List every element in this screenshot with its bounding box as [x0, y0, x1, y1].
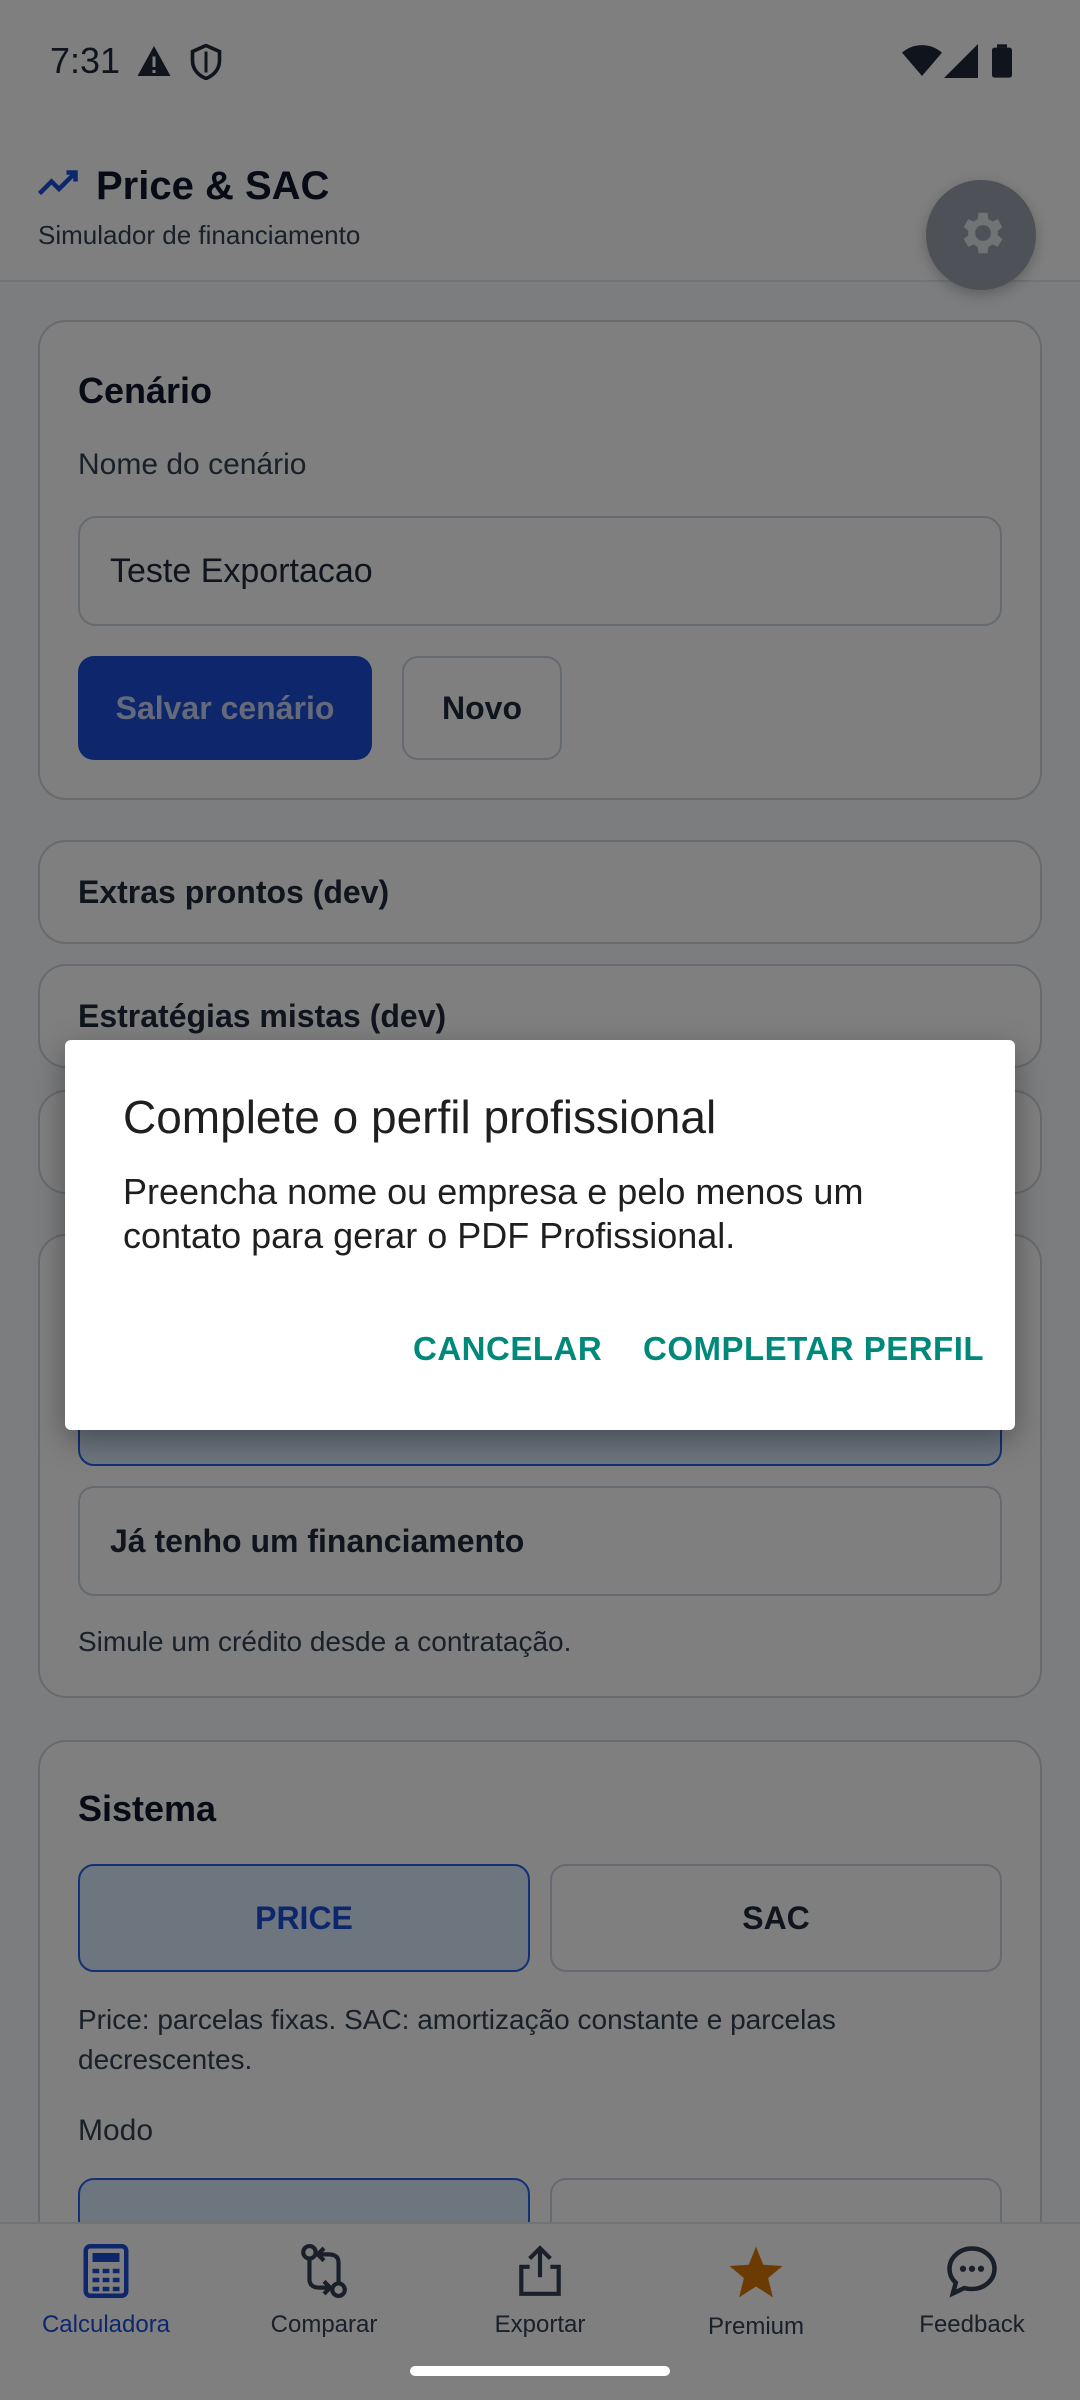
complete-profile-button[interactable]: COMPLETAR PERFIL: [643, 1330, 984, 1368]
home-indicator[interactable]: [410, 2366, 670, 2376]
complete-profile-dialog: Complete o perfil profissional Preencha …: [65, 1040, 1015, 1430]
cancel-button[interactable]: CANCELAR: [413, 1330, 602, 1368]
dialog-title: Complete o perfil profissional: [123, 1091, 717, 1143]
dialog-message: Preencha nome ou empresa e pelo menos um…: [123, 1171, 864, 1256]
